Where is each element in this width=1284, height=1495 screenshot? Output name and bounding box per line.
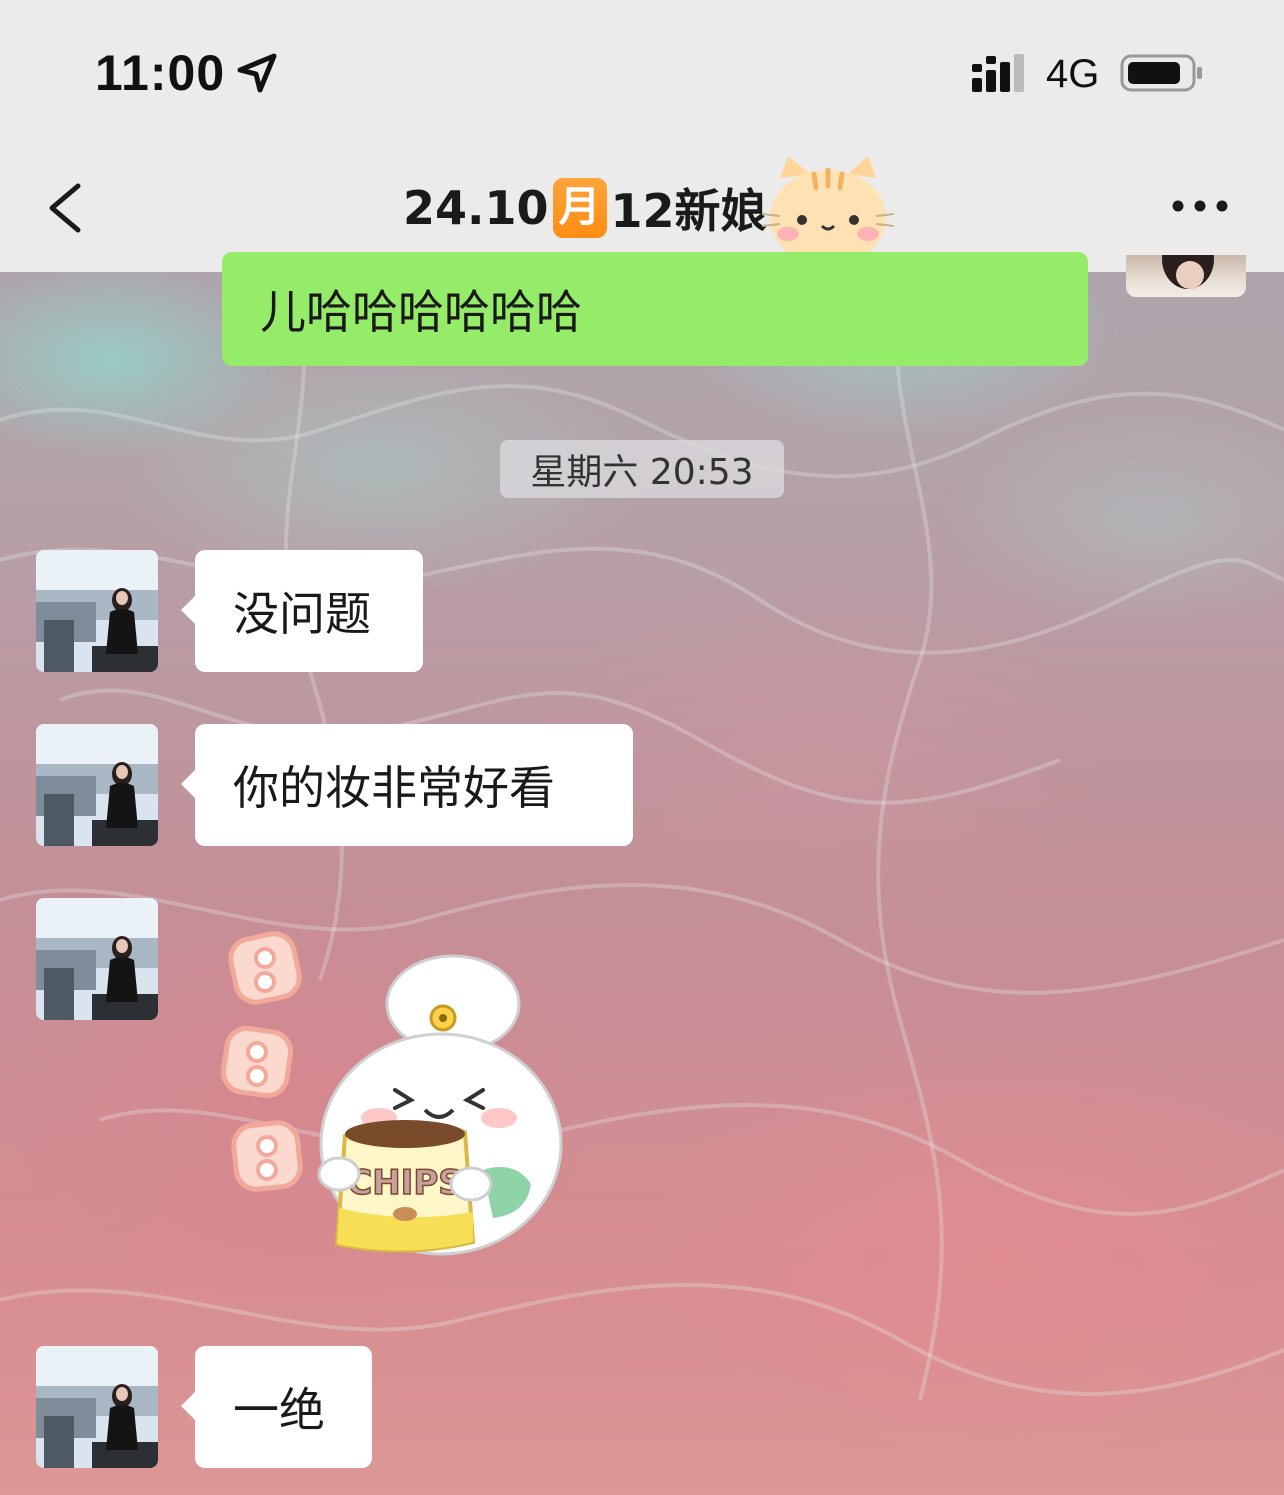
more-dots-icon[interactable] — [1170, 196, 1230, 216]
contact-avatar[interactable] — [36, 898, 158, 1020]
outgoing-message-bubble[interactable]: 儿哈哈哈哈哈哈 — [222, 252, 1088, 366]
chat-title-suffix: 12新娘 — [610, 184, 767, 238]
incoming-message-bubble[interactable]: 一绝 — [181, 1346, 372, 1468]
chips-sticker[interactable]: CHIPS — [215, 922, 575, 1262]
status-time: 11:00 — [95, 45, 226, 101]
chat-title: 24.10 月 12新娘 — [403, 176, 767, 240]
self-avatar[interactable] — [1126, 255, 1246, 297]
signal-icon — [972, 54, 1024, 92]
contact-avatar[interactable] — [36, 1346, 158, 1468]
incoming-message-bubble[interactable]: 没问题 — [181, 550, 423, 672]
chat-title-prefix: 24.10 — [403, 181, 549, 235]
incoming-message-text: 没问题 — [233, 587, 371, 641]
battery-icon — [1120, 54, 1202, 92]
contact-avatar[interactable] — [36, 550, 158, 672]
back-chevron-icon[interactable] — [44, 180, 84, 236]
incoming-message-bubble[interactable]: 你的妆非常好看 — [181, 724, 633, 846]
location-arrow-icon — [237, 53, 277, 93]
chat-title-month-badge: 月 — [552, 178, 607, 238]
contact-avatar[interactable] — [36, 724, 158, 846]
chips-bag-text: CHIPS — [347, 1163, 462, 1203]
incoming-message-text: 你的妆非常好看 — [233, 761, 555, 815]
incoming-message-text: 一绝 — [233, 1383, 325, 1437]
network-type: 4G — [1046, 52, 1100, 96]
message-timestamp: 星期六 20:53 — [500, 440, 784, 498]
outgoing-message-text: 儿哈哈哈哈哈哈 — [260, 285, 582, 339]
